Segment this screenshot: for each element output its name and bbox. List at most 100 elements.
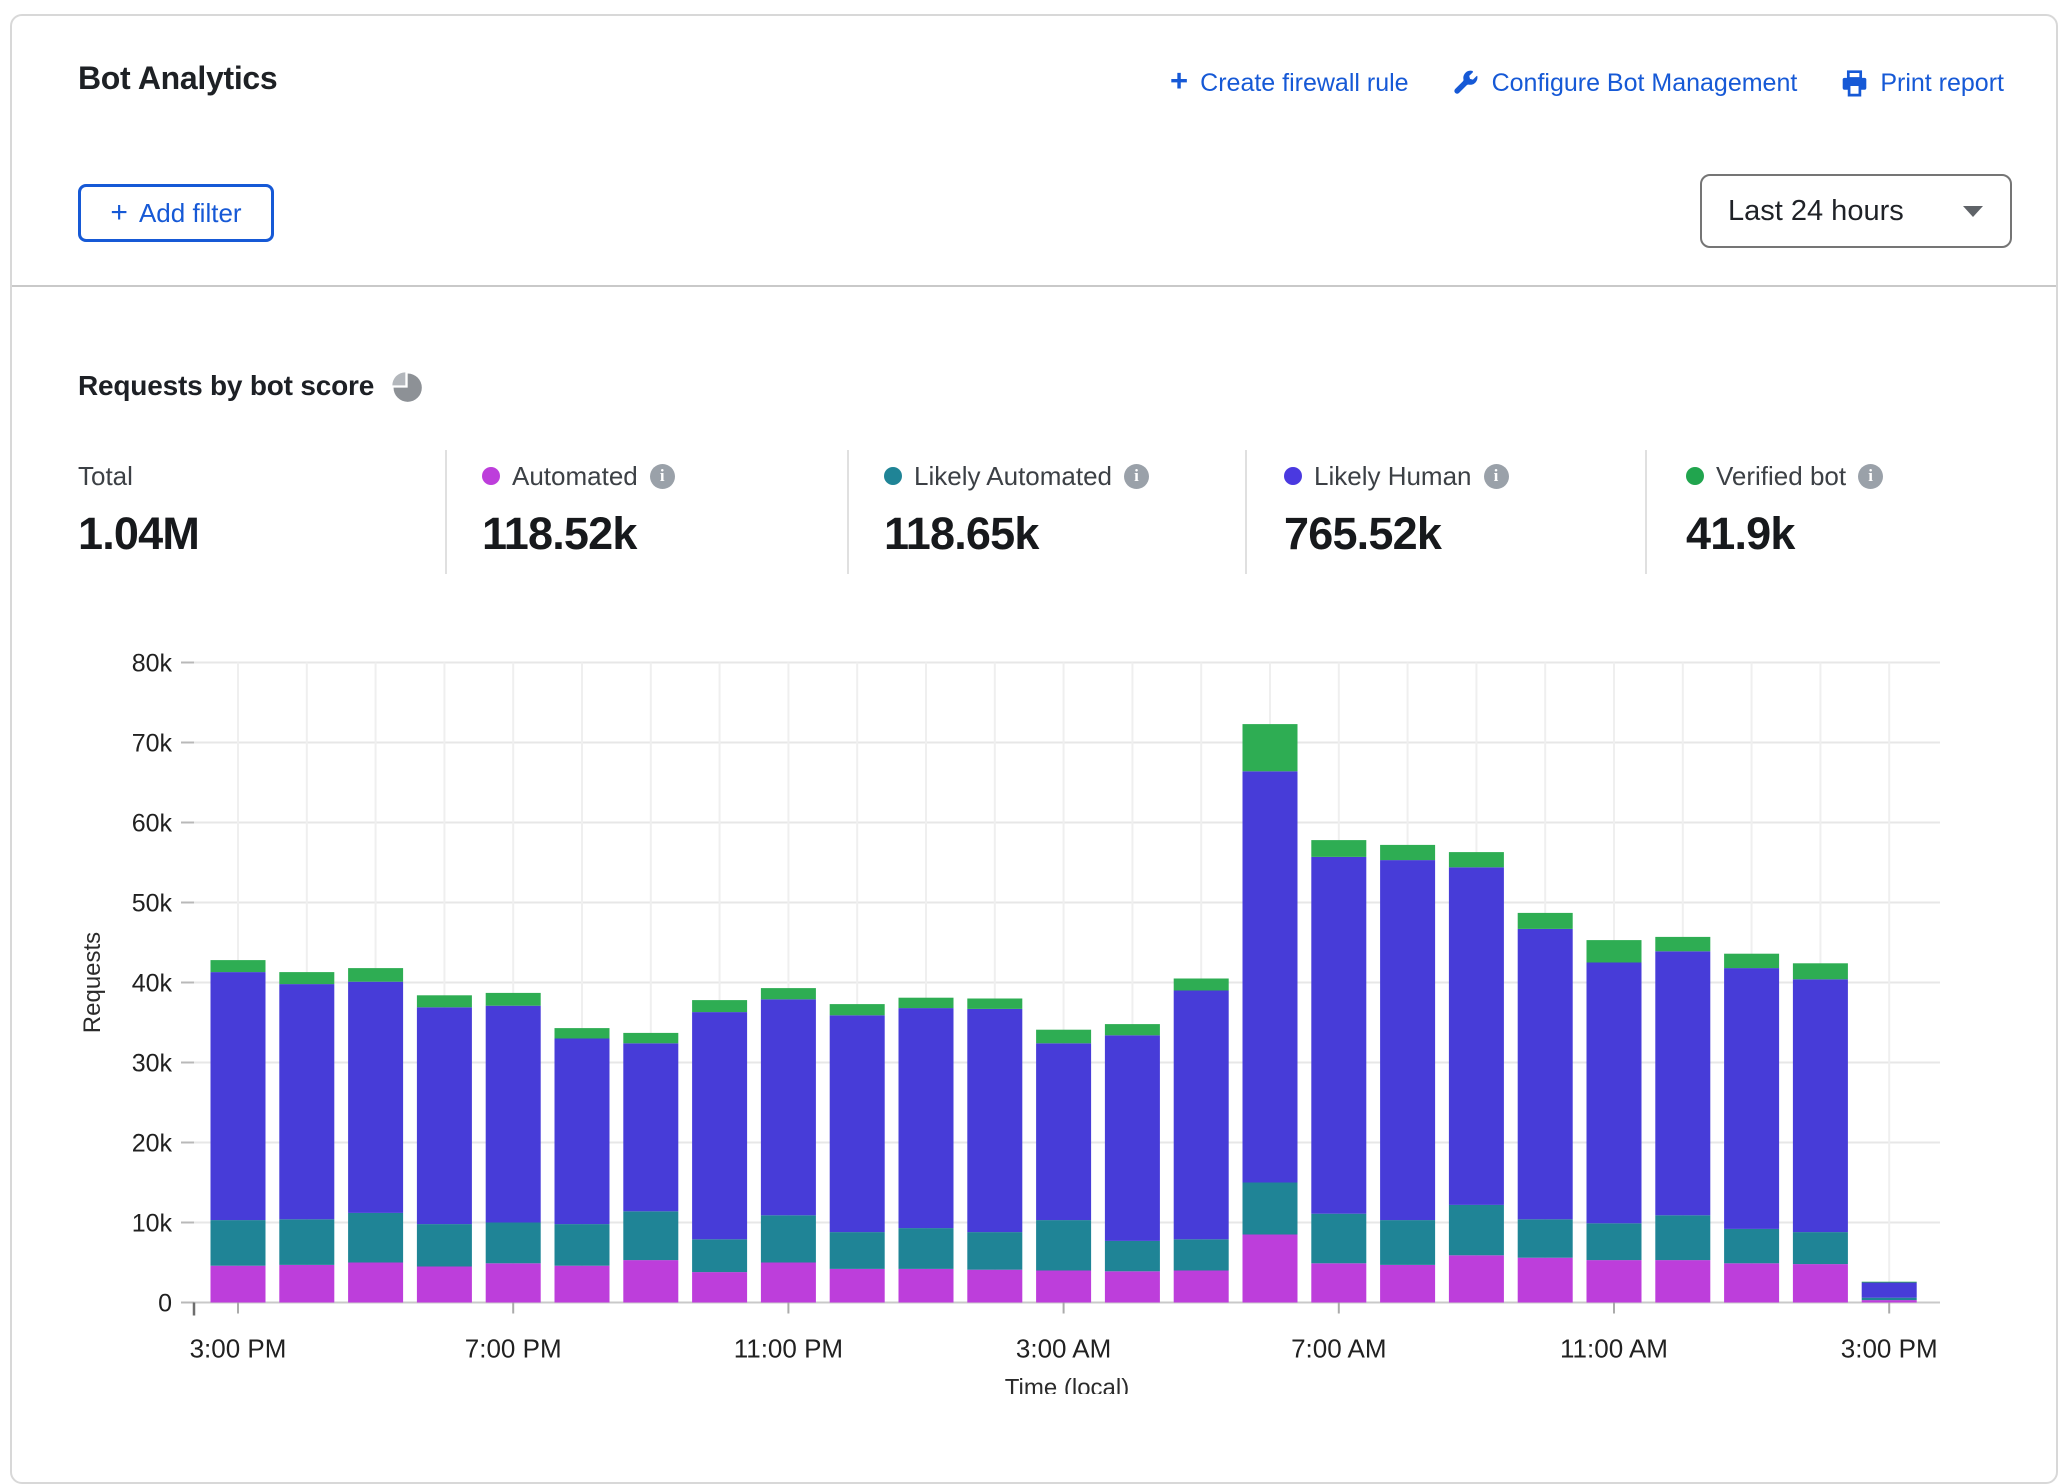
bar-segment-likely-human[interactable] xyxy=(1655,951,1710,1215)
bar-segment-verified-bot[interactable] xyxy=(1174,979,1229,991)
bar-segment-verified-bot[interactable] xyxy=(486,993,541,1006)
bar-segment-likely-human[interactable] xyxy=(830,1015,885,1232)
bar-segment-verified-bot[interactable] xyxy=(761,988,816,999)
bar-segment-verified-bot[interactable] xyxy=(211,960,266,972)
bar-segment-likely-human[interactable] xyxy=(1380,860,1435,1220)
bar-segment-verified-bot[interactable] xyxy=(1449,852,1504,867)
bar-segment-likely-automated[interactable] xyxy=(1380,1220,1435,1265)
bar-segment-automated[interactable] xyxy=(1518,1258,1573,1303)
bar-segment-likely-automated[interactable] xyxy=(967,1232,1022,1270)
bar-segment-likely-human[interactable] xyxy=(417,1007,472,1224)
bar-segment-verified-bot[interactable] xyxy=(1724,954,1779,968)
bar-segment-automated[interactable] xyxy=(1243,1235,1298,1303)
bar-segment-automated[interactable] xyxy=(348,1263,403,1303)
bar-segment-likely-automated[interactable] xyxy=(1105,1241,1160,1271)
bar-segment-likely-automated[interactable] xyxy=(1724,1229,1779,1263)
bar-segment-automated[interactable] xyxy=(899,1269,954,1303)
bar-segment-verified-bot[interactable] xyxy=(830,1004,885,1015)
bar-segment-likely-automated[interactable] xyxy=(692,1239,747,1272)
bar-segment-likely-automated[interactable] xyxy=(211,1220,266,1266)
bar-segment-automated[interactable] xyxy=(211,1266,266,1303)
bar-segment-verified-bot[interactable] xyxy=(899,998,954,1008)
bar-segment-likely-automated[interactable] xyxy=(348,1213,403,1263)
bar-segment-likely-human[interactable] xyxy=(1036,1043,1091,1220)
bar-segment-likely-human[interactable] xyxy=(1518,929,1573,1219)
bar-segment-likely-human[interactable] xyxy=(348,982,403,1213)
bar-segment-likely-automated[interactable] xyxy=(417,1224,472,1266)
bar-segment-verified-bot[interactable] xyxy=(1793,963,1848,979)
bar-segment-likely-human[interactable] xyxy=(1862,1283,1917,1298)
bar-segment-verified-bot[interactable] xyxy=(1862,1282,1917,1283)
bar-segment-likely-automated[interactable] xyxy=(1174,1239,1229,1270)
bar-segment-verified-bot[interactable] xyxy=(348,968,403,982)
bar-segment-likely-human[interactable] xyxy=(692,1012,747,1239)
bar-segment-automated[interactable] xyxy=(761,1263,816,1303)
bar-segment-likely-human[interactable] xyxy=(1449,867,1504,1205)
bar-segment-likely-automated[interactable] xyxy=(1311,1214,1366,1264)
bar-segment-verified-bot[interactable] xyxy=(1518,913,1573,929)
bar-segment-automated[interactable] xyxy=(279,1265,334,1303)
bar-segment-likely-human[interactable] xyxy=(1243,771,1298,1182)
bar-segment-automated[interactable] xyxy=(692,1272,747,1302)
bar-segment-automated[interactable] xyxy=(417,1267,472,1303)
bar-segment-verified-bot[interactable] xyxy=(1587,940,1642,962)
bar-segment-likely-human[interactable] xyxy=(555,1039,610,1225)
bar-segment-likely-automated[interactable] xyxy=(1036,1220,1091,1270)
bar-segment-verified-bot[interactable] xyxy=(1311,840,1366,857)
bar-segment-likely-human[interactable] xyxy=(1105,1035,1160,1241)
bar-segment-likely-human[interactable] xyxy=(1724,968,1779,1229)
bar-segment-likely-automated[interactable] xyxy=(1243,1183,1298,1235)
bar-segment-automated[interactable] xyxy=(1380,1265,1435,1303)
bar-segment-likely-automated[interactable] xyxy=(899,1228,954,1269)
bar-segment-likely-human[interactable] xyxy=(967,1009,1022,1232)
bar-segment-automated[interactable] xyxy=(1862,1300,1917,1302)
bar-segment-verified-bot[interactable] xyxy=(967,999,1022,1009)
bar-segment-likely-human[interactable] xyxy=(486,1006,541,1223)
bar-segment-likely-automated[interactable] xyxy=(761,1215,816,1262)
bar-segment-likely-automated[interactable] xyxy=(1793,1232,1848,1264)
bar-segment-verified-bot[interactable] xyxy=(692,1000,747,1012)
bar-segment-automated[interactable] xyxy=(1793,1264,1848,1302)
bar-segment-verified-bot[interactable] xyxy=(1036,1030,1091,1044)
bar-segment-automated[interactable] xyxy=(623,1260,678,1302)
bar-segment-verified-bot[interactable] xyxy=(1655,937,1710,951)
bar-segment-automated[interactable] xyxy=(1449,1255,1504,1302)
bar-segment-automated[interactable] xyxy=(1655,1260,1710,1302)
bar-segment-likely-automated[interactable] xyxy=(1655,1215,1710,1260)
bar-segment-likely-human[interactable] xyxy=(1587,963,1642,1224)
bar-segment-automated[interactable] xyxy=(1036,1271,1091,1303)
bar-segment-verified-bot[interactable] xyxy=(555,1028,610,1038)
bar-segment-verified-bot[interactable] xyxy=(1243,724,1298,771)
bar-segment-verified-bot[interactable] xyxy=(417,995,472,1007)
bar-segment-automated[interactable] xyxy=(1105,1271,1160,1302)
bar-segment-likely-human[interactable] xyxy=(899,1008,954,1228)
bar-segment-likely-automated[interactable] xyxy=(279,1219,334,1265)
bar-segment-likely-automated[interactable] xyxy=(1518,1219,1573,1257)
bar-segment-automated[interactable] xyxy=(1724,1263,1779,1302)
bar-segment-automated[interactable] xyxy=(1311,1263,1366,1302)
bar-segment-likely-automated[interactable] xyxy=(486,1223,541,1264)
bar-segment-automated[interactable] xyxy=(967,1270,1022,1303)
bar-segment-likely-automated[interactable] xyxy=(623,1211,678,1260)
bar-segment-likely-human[interactable] xyxy=(279,984,334,1219)
bar-segment-likely-automated[interactable] xyxy=(1862,1298,1917,1300)
bar-segment-verified-bot[interactable] xyxy=(1380,845,1435,860)
bar-segment-likely-human[interactable] xyxy=(761,999,816,1215)
bar-segment-likely-human[interactable] xyxy=(1793,979,1848,1232)
bar-segment-automated[interactable] xyxy=(486,1263,541,1302)
bar-segment-likely-automated[interactable] xyxy=(830,1232,885,1269)
bar-segment-automated[interactable] xyxy=(1587,1260,1642,1302)
bar-segment-verified-bot[interactable] xyxy=(279,972,334,984)
bar-segment-automated[interactable] xyxy=(830,1269,885,1303)
bar-segment-likely-automated[interactable] xyxy=(1587,1223,1642,1260)
bar-segment-verified-bot[interactable] xyxy=(1105,1024,1160,1035)
bar-segment-likely-human[interactable] xyxy=(1311,857,1366,1214)
bar-segment-likely-human[interactable] xyxy=(623,1043,678,1211)
bar-segment-automated[interactable] xyxy=(1174,1271,1229,1303)
bar-segment-likely-human[interactable] xyxy=(1174,991,1229,1240)
bar-segment-verified-bot[interactable] xyxy=(623,1033,678,1043)
bar-segment-automated[interactable] xyxy=(555,1266,610,1303)
bar-segment-likely-automated[interactable] xyxy=(1449,1205,1504,1255)
bar-segment-likely-human[interactable] xyxy=(211,972,266,1220)
bar-segment-likely-automated[interactable] xyxy=(555,1224,610,1266)
